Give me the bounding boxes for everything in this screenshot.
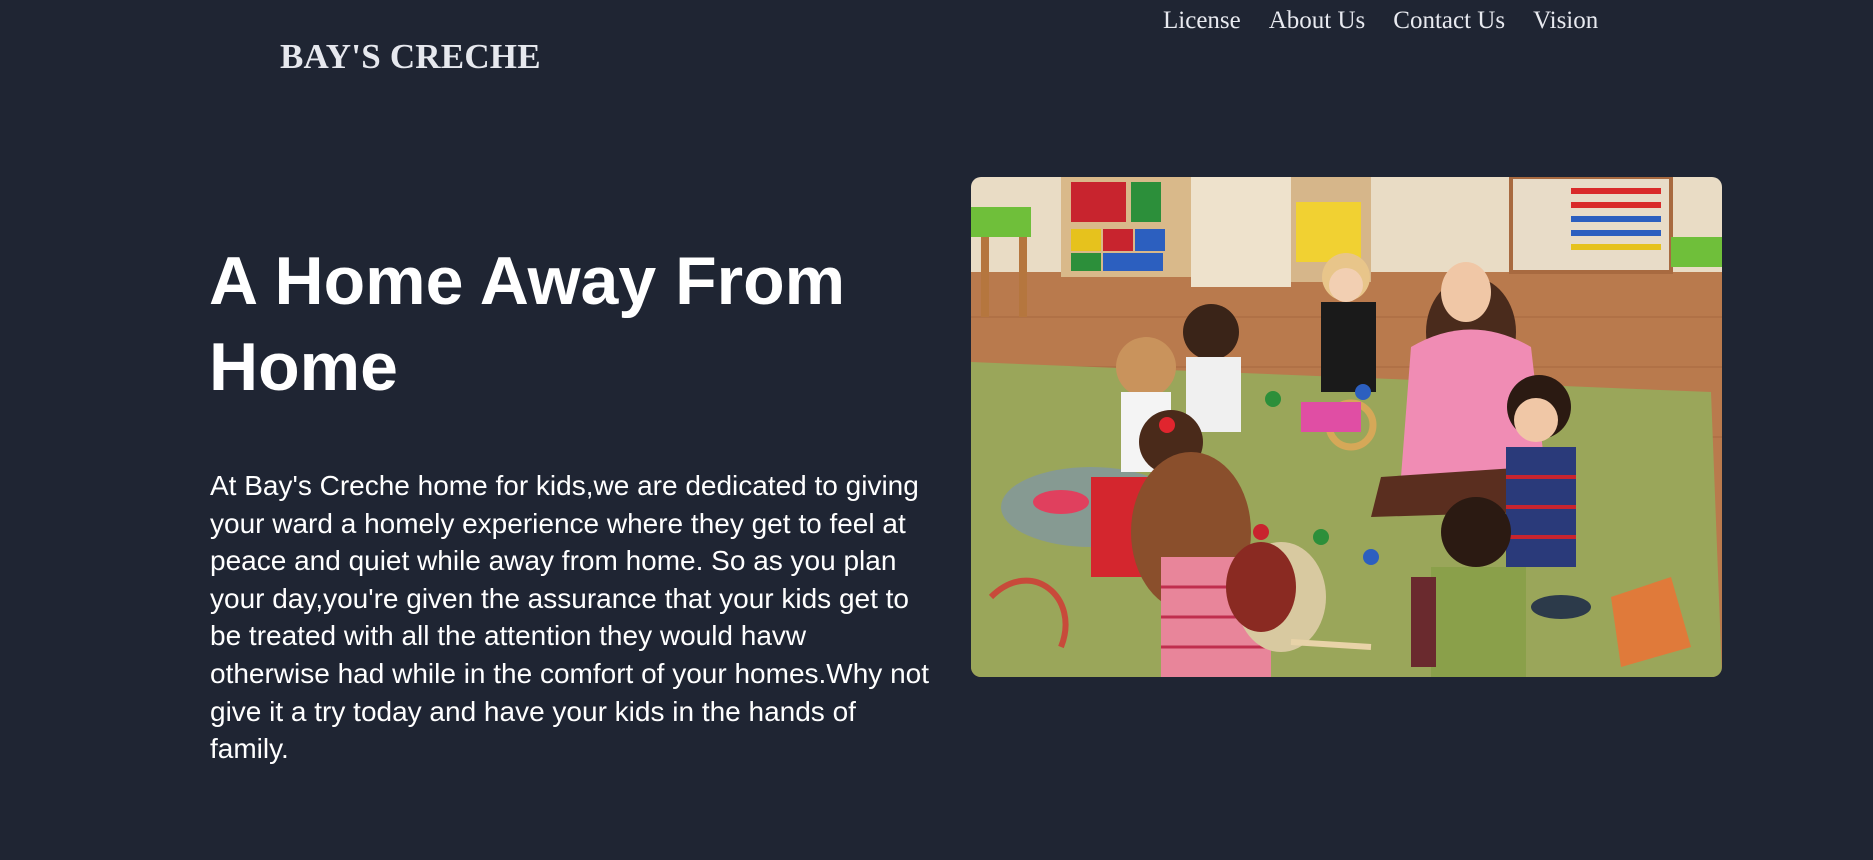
nav-link-license[interactable]: License bbox=[1163, 4, 1241, 38]
hero-title: A Home Away From Home bbox=[209, 243, 846, 405]
nav-link-about-us[interactable]: About Us bbox=[1269, 4, 1366, 38]
hero-photo bbox=[971, 177, 1722, 677]
classroom-illustration bbox=[971, 177, 1722, 677]
site-logo[interactable]: BAY'S CRECHE bbox=[280, 36, 541, 78]
nav-link-vision[interactable]: Vision bbox=[1533, 4, 1598, 38]
main-nav: License About Us Contact Us Vision bbox=[1163, 4, 1598, 38]
hero-description: At Bay's Creche home for kids,we are ded… bbox=[210, 470, 930, 765]
nav-link-contact-us[interactable]: Contact Us bbox=[1393, 4, 1505, 38]
